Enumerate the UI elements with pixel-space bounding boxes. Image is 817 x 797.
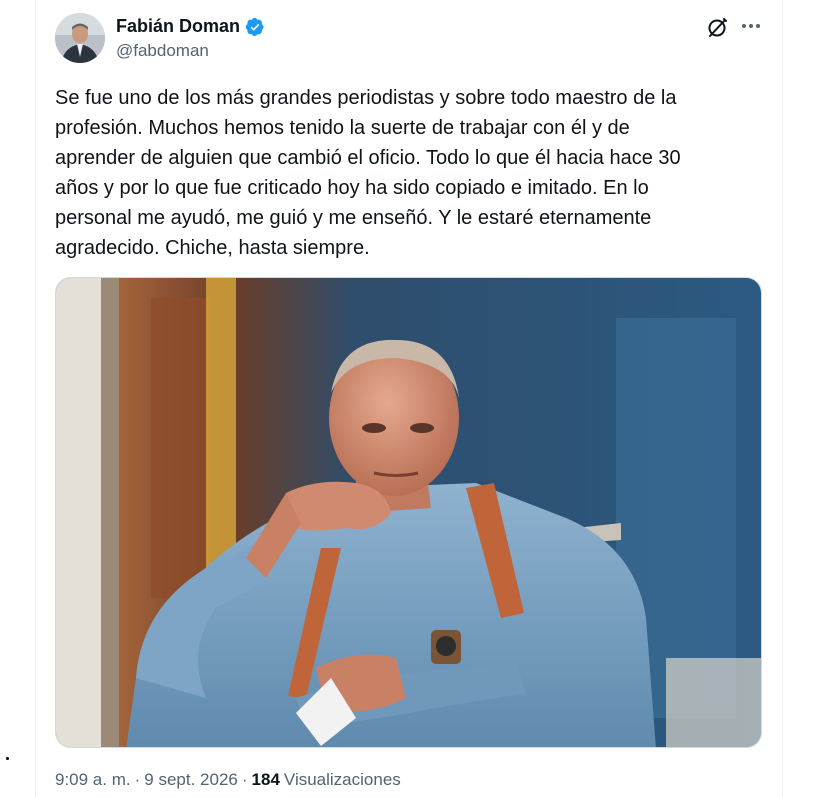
verified-badge-icon [245, 17, 265, 37]
views-count: 184 [251, 770, 280, 789]
tweet-meta: 9:09 a. m. · 9 sept. 2026 · 184 Visualiz… [55, 770, 401, 790]
grok-icon[interactable] [705, 16, 729, 40]
stray-dot [6, 757, 9, 760]
author-avatar[interactable] [55, 13, 105, 63]
meta-separator: · [241, 770, 248, 789]
tweet-date[interactable]: 9 sept. 2026 [144, 770, 238, 790]
tweet-text: Se fue uno de los más grandes periodista… [55, 87, 681, 259]
author-name[interactable]: Fabián Doman [116, 16, 240, 37]
tweet-time[interactable]: 9:09 a. m. [55, 770, 131, 790]
views-label: Visualizaciones [283, 770, 401, 789]
avatar-image [55, 13, 105, 63]
author-handle[interactable]: @fabdoman [116, 41, 209, 61]
more-icon[interactable] [738, 14, 764, 38]
photo-elderly-man-in-wheelchair [56, 278, 761, 747]
meta-separator: · [134, 770, 141, 789]
author-name-row: Fabián Doman [116, 16, 265, 37]
tweet-photo[interactable] [55, 277, 762, 748]
